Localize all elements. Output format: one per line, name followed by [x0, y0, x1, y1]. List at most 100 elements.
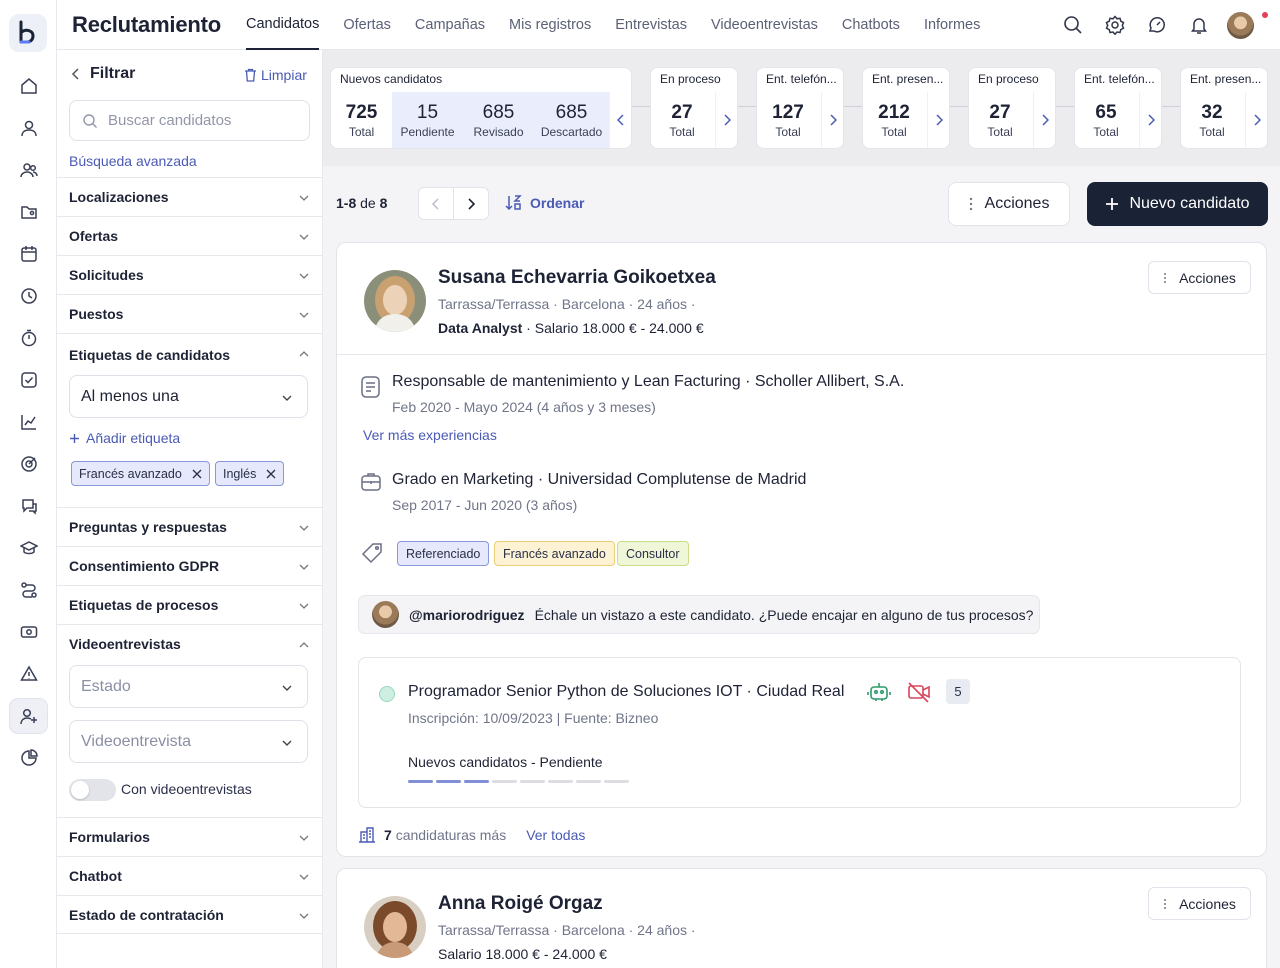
chevron-right-icon[interactable]: [715, 92, 737, 148]
candidate-actions-button[interactable]: Acciones: [1148, 261, 1251, 294]
add-user-icon[interactable]: [10, 699, 47, 733]
video-toggle[interactable]: [69, 779, 116, 801]
user-avatar[interactable]: [1227, 12, 1254, 39]
filter-section-qa[interactable]: Preguntas y respuestas: [57, 507, 322, 546]
workflow-icon[interactable]: [10, 573, 47, 607]
chevron-left-icon[interactable]: [609, 92, 631, 148]
pie-chart-icon[interactable]: [10, 741, 47, 775]
stage-label: Total: [1199, 125, 1225, 139]
user-icon[interactable]: [10, 111, 47, 145]
progress-segment: [548, 780, 573, 783]
stage-cell-total[interactable]: 27 Total: [969, 92, 1031, 148]
search-box[interactable]: [69, 100, 310, 141]
stage-cell-pending[interactable]: 15 Pendiente: [392, 92, 463, 148]
home-icon[interactable]: [10, 69, 47, 103]
clock-icon[interactable]: [10, 279, 47, 313]
close-icon[interactable]: [266, 469, 276, 479]
stage-cell-discarded[interactable]: 685 Descartado: [534, 92, 609, 148]
tab-mis-registros[interactable]: Mis registros: [509, 0, 591, 50]
chevron-right-icon[interactable]: [1139, 92, 1161, 148]
calendar-icon[interactable]: [10, 237, 47, 271]
new-candidate-button[interactable]: Nuevo candidato: [1087, 182, 1268, 226]
gear-icon[interactable]: [1104, 14, 1126, 36]
advanced-search-link[interactable]: Búsqueda avanzada: [69, 153, 197, 169]
stage-cell-total[interactable]: 725 Total: [331, 92, 392, 148]
filter-section-candidate-tags[interactable]: Etiquetas de candidatos: [57, 333, 322, 375]
chevron-right-icon[interactable]: [1033, 92, 1055, 148]
comment-user[interactable]: @mariorodriguez: [409, 607, 525, 623]
robot-icon[interactable]: [867, 680, 891, 707]
filter-section-chatbot[interactable]: Chatbot: [57, 856, 322, 895]
video-interview-select[interactable]: Videoentrevista: [69, 720, 308, 763]
stage-cell-total[interactable]: 65 Total: [1075, 92, 1137, 148]
candidate-photo[interactable]: [364, 270, 426, 332]
warning-icon[interactable]: [10, 657, 47, 691]
chevron-right-icon[interactable]: [1245, 92, 1267, 148]
process-location: · Ciudad Real: [742, 683, 845, 700]
bell-icon[interactable]: [1188, 14, 1210, 36]
video-off-icon[interactable]: [907, 680, 931, 707]
progress-segment: [492, 780, 517, 783]
target-icon[interactable]: [10, 447, 47, 481]
stage-cell-total[interactable]: 127 Total: [757, 92, 819, 148]
sort-button[interactable]: Ordenar: [505, 194, 584, 211]
progress-segment: [604, 780, 629, 783]
tab-chatbots[interactable]: Chatbots: [842, 0, 900, 50]
money-icon[interactable]: [10, 615, 47, 649]
timer-icon[interactable]: [10, 321, 47, 355]
filter-section-positions[interactable]: Puestos: [57, 294, 322, 333]
clear-filters-button[interactable]: Limpiar: [244, 67, 307, 83]
tab-candidatos[interactable]: Candidatos: [246, 0, 320, 50]
candidate-name[interactable]: Susana Echevarria Goikoetxea: [438, 267, 716, 289]
close-icon[interactable]: [192, 469, 202, 479]
checkbox-icon[interactable]: [10, 363, 47, 397]
search-icon[interactable]: [1062, 14, 1084, 36]
stage-cell-total[interactable]: 32 Total: [1181, 92, 1243, 148]
chevron-right-icon[interactable]: [821, 92, 843, 148]
add-tag-button[interactable]: Añadir etiqueta: [69, 430, 180, 446]
tab-ofertas[interactable]: Ofertas: [343, 0, 391, 50]
see-all-link[interactable]: Ver todas: [526, 827, 585, 843]
stage-label: Total: [1093, 125, 1119, 139]
process-title[interactable]: Programador Senior Python de Soluciones …: [408, 683, 742, 700]
left-rail: [0, 0, 57, 968]
chat-icon[interactable]: [10, 489, 47, 523]
stage-cell-total[interactable]: 27 Total: [651, 92, 713, 148]
stage-cell-total[interactable]: 212 Total: [863, 92, 925, 148]
bizneo-logo[interactable]: [9, 14, 47, 52]
building-icon: [358, 827, 376, 843]
filter-section-requests[interactable]: Solicitudes: [57, 255, 322, 294]
next-page-button[interactable]: [454, 188, 489, 219]
speed-chat-icon[interactable]: [1146, 14, 1168, 36]
tab-campanas[interactable]: Campañas: [415, 0, 485, 50]
actions-button[interactable]: Acciones: [948, 182, 1070, 226]
experience-icon: [360, 375, 382, 402]
tab-videoentrevistas[interactable]: Videoentrevistas: [711, 0, 818, 50]
stage-card: Ent. presen... 32 Total: [1181, 68, 1267, 148]
tab-informes[interactable]: Informes: [924, 0, 980, 50]
filter-section-forms[interactable]: Formularios: [57, 817, 322, 856]
filter-section-process-tags[interactable]: Etiquetas de procesos: [57, 585, 322, 624]
more-experiences-link[interactable]: Ver más experiencias: [363, 427, 497, 443]
prev-page-button[interactable]: [419, 188, 454, 219]
tag-mode-select[interactable]: Al menos una: [69, 375, 308, 418]
filter-section-locations[interactable]: Localizaciones: [57, 177, 322, 216]
video-status-select[interactable]: Estado: [69, 665, 308, 708]
filter-section-gdpr[interactable]: Consentimiento GDPR: [57, 546, 322, 585]
filter-section-video[interactable]: Videoentrevistas: [57, 624, 322, 663]
search-input[interactable]: [108, 112, 288, 129]
filter-section-offers[interactable]: Ofertas: [57, 216, 322, 255]
section-label: Solicitudes: [69, 267, 144, 283]
chart-line-icon[interactable]: [10, 405, 47, 439]
candidate-photo[interactable]: [364, 896, 426, 958]
chevron-left-icon[interactable]: [71, 67, 81, 84]
candidate-name[interactable]: Anna Roigé Orgaz: [438, 893, 603, 915]
filter-section-hiring[interactable]: Estado de contratación: [57, 895, 322, 934]
folder-user-icon[interactable]: [10, 195, 47, 229]
tab-entrevistas[interactable]: Entrevistas: [615, 0, 687, 50]
candidate-actions-button[interactable]: Acciones: [1148, 887, 1251, 920]
stage-cell-reviewed[interactable]: 685 Revisado: [463, 92, 534, 148]
users-icon[interactable]: [10, 153, 47, 187]
chevron-right-icon[interactable]: [927, 92, 949, 148]
graduation-icon[interactable]: [10, 531, 47, 565]
